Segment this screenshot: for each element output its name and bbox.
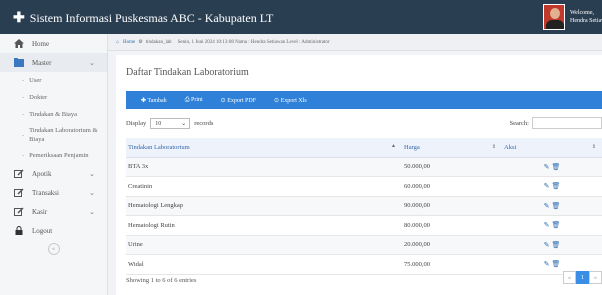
records-select[interactable]: 10 ⌄ — [150, 118, 191, 129]
chevron-down-icon: ⌄ — [89, 207, 95, 216]
avatar — [543, 4, 565, 30]
column-header-aksi[interactable]: Aksi ⇕ — [502, 138, 602, 158]
entries-info: Showing 1 to 6 of 6 entries — [126, 277, 197, 284]
table-row: Widal 75.000,00 ✎🗑 — [126, 254, 602, 275]
delete-icon[interactable]: 🗑 — [551, 241, 562, 249]
sidebar-item-kasir[interactable]: Kasir ⌄ — [0, 202, 107, 221]
sidebar-item-home[interactable]: Home — [0, 34, 107, 53]
app-brand[interactable]: ✚ Sistem Informasi Puskesmas ABC - Kabup… — [13, 10, 273, 27]
plus-icon: ✚ — [141, 97, 147, 104]
row-actions: ✎🗑 — [502, 157, 602, 177]
sidebar-collapse-button[interactable]: « — [0, 243, 107, 255]
column-header-harga[interactable]: Harga ⇕ — [402, 138, 502, 158]
export-icon: ⊙ — [274, 97, 280, 104]
folder-icon — [14, 58, 24, 67]
breadcrumb-home[interactable]: Home — [123, 40, 135, 45]
lock-icon — [15, 226, 23, 235]
delete-icon[interactable]: 🗑 — [551, 182, 562, 190]
chevron-down-icon: ⌄ — [89, 188, 95, 197]
records-length: Display 10 ⌄ records — [126, 118, 214, 129]
home-icon — [14, 39, 24, 48]
delete-icon[interactable]: 🗑 — [551, 221, 562, 229]
lab-table: Tindakan Laboratorium ▲ Harga ⇕ Aksi ⇕ BTA … — [126, 138, 602, 275]
print-icon: ⎙ — [184, 96, 190, 103]
sidebar-item-user[interactable]: - User — [0, 72, 107, 89]
table-row: Hematologi Lengkap 90.000,00 ✎🗑 — [126, 196, 602, 216]
row-actions: ✎🗑 — [502, 235, 602, 255]
breadcrumb: ⌂ Home ⚙ tindakan_lab Senin, 1 Juni 2024… — [108, 34, 602, 51]
sidebar-item-transaksi[interactable]: Transaksi ⌄ — [0, 183, 107, 202]
export-pdf-button[interactable]: ⊙ Export PDF — [221, 97, 256, 104]
user-name: Hendra Setiawan — [570, 18, 602, 24]
sort-icon: ⇕ — [591, 144, 596, 150]
chevron-down-icon: ⌄ — [181, 121, 187, 127]
home-icon: ⌂ — [116, 39, 120, 45]
table-row: BTA 3x 50.000,00 ✎🗑 — [126, 157, 602, 177]
top-bar: ✚ Sistem Informasi Puskesmas ABC - Kabup… — [0, 0, 602, 34]
sort-asc-icon: ▲ — [391, 143, 396, 149]
session-info: Senin, 1 Juni 2024 10:13:08 Nama : Hendr… — [177, 39, 330, 45]
sidebar-item-logout[interactable]: Logout — [0, 221, 107, 240]
delete-icon[interactable]: 🗑 — [551, 163, 562, 171]
next-page-button[interactable]: » — [589, 271, 602, 284]
table-row: Hematologi Rutin 80.000,00 ✎🗑 — [126, 215, 602, 236]
content-panel: Daftar Tindakan Laboratorium ✚ Tambah ⎙ … — [116, 55, 602, 295]
app-title: Sistem Informasi Puskesmas ABC - Kabupat… — [29, 11, 274, 25]
row-actions: ✎🗑 — [502, 196, 602, 216]
table-row: Urine 20.000,00 ✎🗑 — [126, 235, 602, 255]
sidebar-item-apotik[interactable]: Apotik ⌄ — [0, 164, 107, 183]
sidebar-item-master[interactable]: Master ⌄ — [0, 53, 107, 72]
search-input[interactable] — [532, 117, 602, 129]
print-button[interactable]: ⎙ Print — [185, 97, 203, 104]
search-label: Search: — [509, 119, 530, 127]
export-icon: ⊙ — [220, 97, 226, 104]
pagination: « 1 » — [563, 271, 602, 284]
edit-icon — [14, 207, 24, 216]
edit-icon — [14, 169, 24, 178]
row-actions: ✎🗑 — [502, 176, 602, 197]
sidebar-item-dokter[interactable]: - Dokter — [0, 89, 107, 106]
welcome-text: Welcome, — [570, 10, 595, 16]
breadcrumb-page: tindakan_lab — [145, 39, 172, 45]
gear-icon: ⚙ — [138, 40, 143, 45]
delete-icon[interactable]: 🗑 — [551, 202, 562, 210]
chevron-down-icon: ⌄ — [89, 169, 95, 178]
page-button[interactable]: 1 — [576, 271, 589, 284]
user-menu[interactable]: Welcome, Hendra Setiawan — [543, 4, 602, 30]
export-xls-button[interactable]: ⊙ Export Xls — [274, 97, 307, 104]
add-button[interactable]: ✚ Tambah — [141, 97, 167, 104]
edit-icon — [14, 188, 24, 197]
sidebar-item-tindakan-biaya[interactable]: - Tindakan & Biaya — [0, 106, 107, 123]
table-header-row: Tindakan Laboratorium ▲ Harga ⇕ Aksi ⇕ — [126, 138, 602, 158]
row-actions: ✎🗑 — [502, 215, 602, 236]
column-header-tindakan[interactable]: Tindakan Laboratorium ▲ — [126, 138, 402, 158]
action-toolbar: ✚ Tambah ⎙ Print ⊙ Export PDF ⊙ Export X… — [126, 91, 602, 109]
sidebar-item-pemeriksaan[interactable]: - Pemeriksaan Penjamin — [0, 147, 107, 164]
table-row: Creatinin 60.000,00 ✎🗑 — [126, 176, 602, 197]
search-area: Search: — [510, 117, 602, 129]
chevron-down-icon: ⌄ — [89, 58, 95, 67]
prev-page-button[interactable]: « — [563, 271, 576, 284]
cross-logo-icon: ✚ — [13, 11, 25, 26]
sidebar-item-tindakan-lab[interactable]: - Tindakan Laboratorium & Biaya — [0, 123, 107, 147]
delete-icon[interactable]: 🗑 — [551, 260, 562, 268]
sidebar: Home Master ⌄ - User - Dokter - Tindakan & … — [0, 34, 108, 295]
sort-icon: ⇕ — [491, 144, 496, 150]
page-title: Daftar Tindakan Laboratorium — [126, 67, 249, 78]
